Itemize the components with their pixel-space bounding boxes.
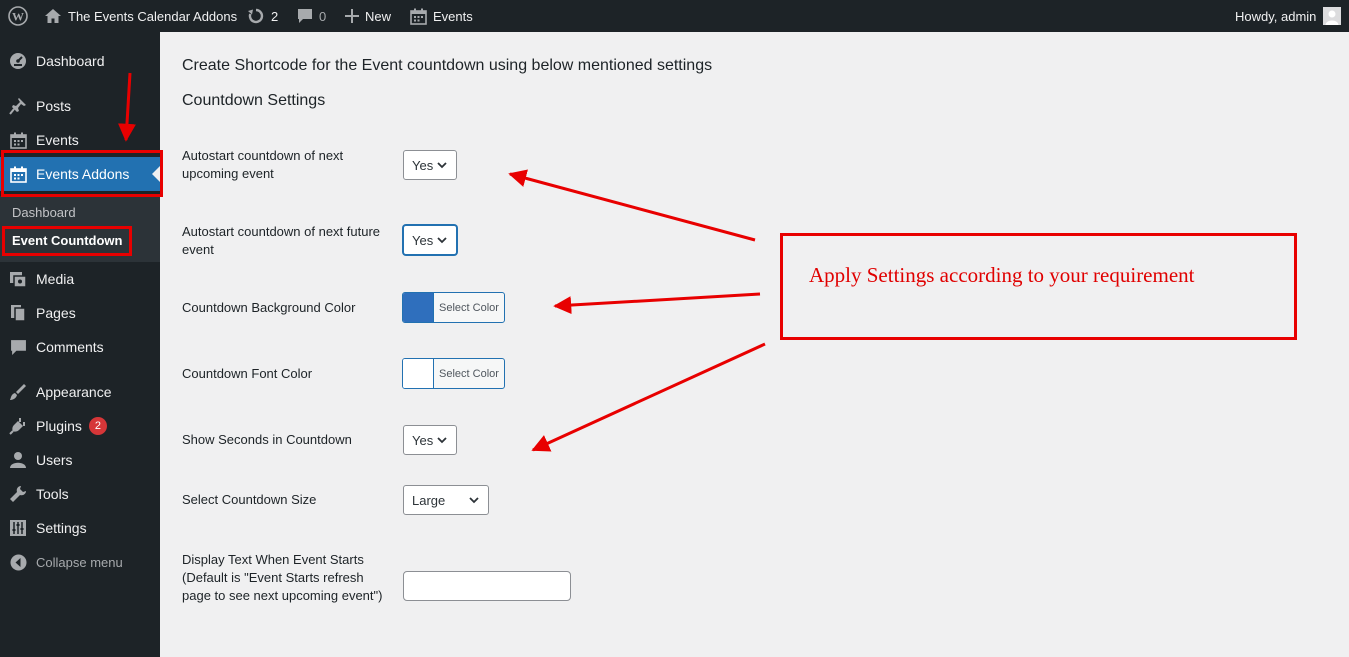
arrow-to-events-addons bbox=[117, 72, 136, 142]
annotation-callout: Apply Settings according to your require… bbox=[780, 233, 1297, 340]
arrow-to-autostart-next bbox=[508, 169, 756, 242]
arrow-to-show-seconds bbox=[531, 342, 766, 452]
callout-text: Apply Settings according to your require… bbox=[809, 263, 1195, 287]
arrow-to-bg-color bbox=[553, 292, 761, 315]
